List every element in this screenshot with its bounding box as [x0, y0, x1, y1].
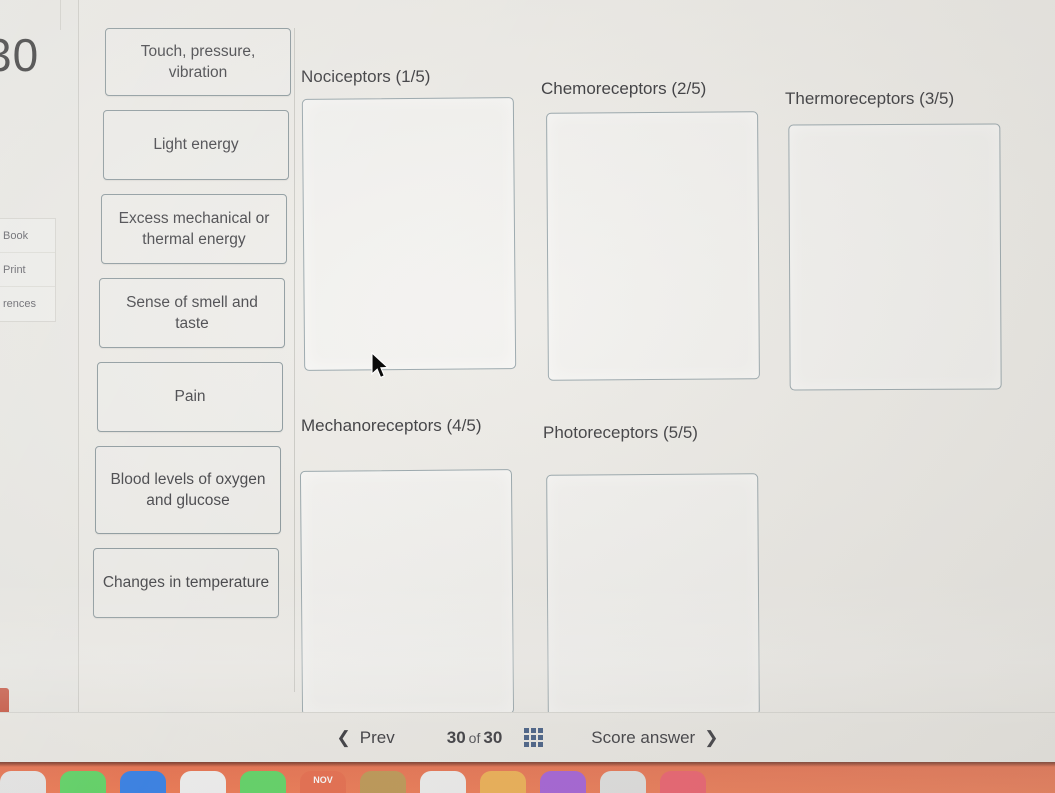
left-sidebar-strip: 30 Book Print rences	[0, 0, 79, 728]
answer-chip-column: Touch, pressure, vibration Light energy …	[93, 28, 295, 692]
drop-zone-label: Photoreceptors (5/5)	[543, 423, 698, 442]
drop-zone-box[interactable]	[546, 473, 760, 717]
clock-app-icon[interactable]	[480, 771, 526, 793]
facetime-app-icon[interactable]	[240, 771, 286, 793]
music-app-icon[interactable]	[660, 771, 706, 793]
answer-chip[interactable]: Blood levels of oxygen and glucose	[95, 446, 281, 534]
score-answer-button[interactable]: Score answer ❯	[591, 728, 718, 748]
drop-zone-label: Chemoreceptors (2/5)	[541, 79, 707, 98]
answer-chip-label: Blood levels of oxygen and glucose	[110, 470, 266, 509]
drop-zone-label: Nociceptors (1/5)	[301, 67, 431, 86]
reminders-app-icon[interactable]	[420, 771, 466, 793]
question-panel: Touch, pressure, vibration Light energy …	[79, 0, 1055, 717]
answer-chip[interactable]: Light energy	[103, 110, 289, 180]
dock-icon-label: NOV	[313, 775, 333, 785]
page-total: 30	[483, 727, 503, 747]
answer-chip-label: Pain	[174, 388, 206, 406]
messages-app-icon[interactable]	[60, 771, 106, 793]
os-dock: NOV	[0, 762, 1055, 793]
chevron-left-icon: ❮	[336, 728, 351, 747]
dock-icon-list: NOV	[0, 771, 706, 793]
prev-button-label: Prev	[359, 727, 395, 747]
answer-chip-label: Excess mechanical or thermal energy	[118, 209, 270, 248]
sidebar-menu[interactable]: Book Print rences	[0, 218, 56, 322]
drop-zone-grid: Nociceptors (1/5) Chemoreceptors (2/5) T…	[299, 0, 1055, 717]
page-current: 30	[446, 727, 466, 747]
drop-zone-label: Mechanoreceptors (4/5)	[301, 416, 482, 435]
drop-zone-box[interactable]	[788, 123, 1002, 391]
question-number-display: 30	[0, 29, 40, 81]
drop-zone-box[interactable]	[546, 111, 760, 381]
score-answer-label: Score answer	[591, 727, 696, 747]
answer-chip-label: Sense of smell and taste	[126, 293, 258, 332]
chevron-right-icon: ❯	[704, 728, 719, 747]
calendar-app-icon[interactable]: NOV	[300, 771, 346, 793]
grid-view-icon[interactable]	[524, 728, 544, 747]
answer-chip[interactable]: Excess mechanical or thermal energy	[101, 194, 287, 264]
notes-app-icon[interactable]	[360, 771, 406, 793]
page-of-label: of	[468, 729, 481, 746]
tv-app-icon[interactable]	[600, 771, 646, 793]
drop-zone-box[interactable]	[301, 97, 517, 371]
answer-chip[interactable]: Touch, pressure, vibration	[105, 28, 291, 96]
answer-chip-label: Changes in temperature	[102, 574, 270, 592]
page-indicator: 30 of 30	[447, 728, 503, 748]
browser-app-icon[interactable]	[0, 771, 46, 793]
answer-chip[interactable]: Pain	[97, 362, 283, 432]
answer-chip[interactable]: Sense of smell and taste	[99, 278, 285, 348]
drop-zone-box[interactable]	[299, 469, 515, 716]
sidebar-menu-item-preferences[interactable]: rences	[0, 287, 55, 321]
sidebar-menu-item-print[interactable]: Print	[0, 253, 55, 287]
prev-question-button[interactable]: ❮ Prev	[337, 728, 395, 748]
photos-app-icon[interactable]	[180, 771, 226, 793]
answer-chip-label: Touch, pressure, vibration	[140, 42, 256, 81]
screen-photo: 30 Book Print rences Touch, pressure, vi…	[0, 0, 1055, 793]
sidebar-divider	[60, 0, 61, 30]
sidebar-menu-item-book[interactable]: Book	[0, 219, 55, 253]
quiz-navigation-toolbar: ❮ Prev 30 of 30 Score answer ❯	[0, 712, 1055, 762]
podcasts-app-icon[interactable]	[540, 771, 586, 793]
answer-chip-label: Light energy	[153, 136, 239, 154]
mail-app-icon[interactable]	[120, 771, 166, 793]
drop-zone-label: Thermoreceptors (3/5)	[785, 89, 955, 108]
answer-chip[interactable]: Changes in temperature	[93, 548, 279, 618]
